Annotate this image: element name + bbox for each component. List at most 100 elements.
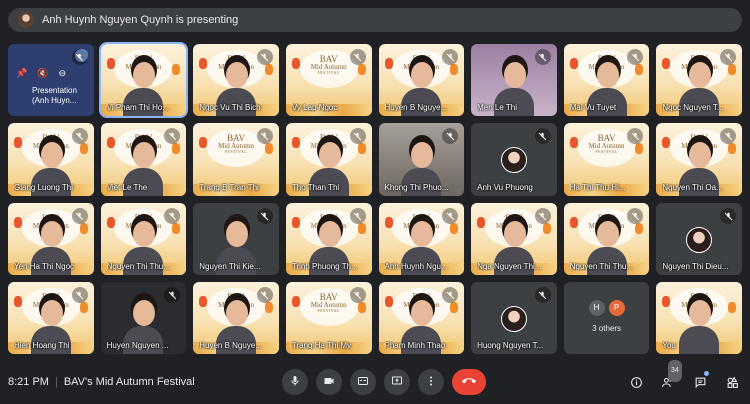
- participant-tile[interactable]: BAVMid AutumnFESTIVALHien Hoang Thi: [8, 281, 94, 354]
- mic-off-icon: [534, 286, 551, 303]
- bottom-bar: 8:21 PM | BAV's Mid Autumn Festival 34: [0, 360, 750, 404]
- others-tile[interactable]: HP 3 others: [563, 281, 650, 354]
- festival-banner-text: FESTIVAL: [317, 307, 340, 313]
- participant-head: [503, 220, 526, 247]
- mic-off-icon: [627, 49, 644, 65]
- presentation-tile[interactable]: 📌 🔇 ⊖ ⋯ Presentation (Anh Huyn...: [8, 44, 94, 117]
- lantern-decoration: [635, 143, 644, 155]
- participant-name: Mai Vu Tuyet: [569, 103, 617, 113]
- mic-off-icon: [256, 49, 273, 65]
- participant-name: Vy Lap Ngoc: [291, 103, 338, 113]
- mic-off-icon: [256, 207, 273, 224]
- lantern-decoration: [450, 222, 459, 234]
- lantern-decoration: [662, 295, 671, 307]
- lantern-decoration: [14, 295, 22, 307]
- meeting-info-button[interactable]: [626, 372, 646, 392]
- lantern-decoration: [106, 137, 115, 149]
- participant-name: Ngoc Nguyen T...: [662, 103, 724, 113]
- participant-tile[interactable]: BAVMid AutumnFESTIVALTho Than Thi: [285, 123, 372, 196]
- camera-button[interactable]: [316, 369, 342, 395]
- participant-tile[interactable]: BAVMid AutumnFESTIVALPham Minh Thao: [378, 281, 465, 354]
- lantern-decoration: [384, 58, 393, 69]
- participant-tile[interactable]: Huong Nguyen T...: [471, 281, 557, 354]
- mic-button[interactable]: [282, 369, 308, 395]
- festival-banner-text: FESTIVAL: [224, 149, 248, 155]
- participant-name: Hien Hoang Thi: [14, 341, 70, 350]
- participant-tile[interactable]: BAVMid AutumnFESTIVALNga Nguyen Thi...: [471, 202, 557, 275]
- mic-off-icon: [71, 207, 88, 224]
- participant-tile[interactable]: Huyen Nguyen ...: [100, 281, 187, 354]
- mic-off-icon: [720, 49, 736, 65]
- participant-grid: 📌🔇⊖⋯Presentation (Anh Huyn...BAVMid Autu…: [8, 41, 742, 354]
- participant-tile[interactable]: BAVMid AutumnFESTIVALTrinh Phuong Th...: [285, 202, 372, 275]
- pin-icon[interactable]: 📌: [16, 68, 27, 79]
- lantern-decoration: [728, 143, 736, 155]
- lantern-decoration: [79, 301, 88, 313]
- lantern-decoration: [662, 137, 671, 149]
- participant-tile[interactable]: BAVMid AutumnFESTIVALNgoc Nguyen T...: [656, 44, 742, 117]
- participant-tile[interactable]: Khong Thi Phuo...: [378, 123, 465, 196]
- activities-button[interactable]: [722, 372, 742, 392]
- captions-button[interactable]: [350, 369, 376, 395]
- lantern-decoration: [542, 222, 551, 234]
- more-options-button[interactable]: [418, 369, 444, 395]
- mic-off-icon: [442, 286, 459, 303]
- participant-tile[interactable]: Nguyen Thi Dieu...: [656, 202, 742, 275]
- mute-icon[interactable]: 🔇: [37, 68, 48, 79]
- participant-tile[interactable]: BAV Mid Autumn FESTIVAL Trang B Tran Thi: [193, 123, 279, 196]
- lantern-decoration: [106, 216, 115, 228]
- participant-tile[interactable]: BAVMid AutumnFESTIVALVi Pham Thi Ho...: [98, 41, 189, 119]
- mic-off-icon: [442, 128, 459, 145]
- festival-banner: BAVMid AutumnFESTIVAL: [299, 287, 358, 326]
- participant-tile[interactable]: BAVMid AutumnFESTIVALAnh Huynh Ngu...: [378, 202, 465, 275]
- lantern-decoration: [172, 222, 181, 234]
- participant-tile[interactable]: BAVMid AutumnFESTIVALNguyen Thi Thu...: [100, 202, 187, 275]
- people-button[interactable]: 34: [658, 360, 682, 392]
- participant-tile[interactable]: BAV Mid Autumn FESTIVAL Vy Lap Ngoc: [285, 44, 372, 117]
- mic-off-icon: [256, 128, 273, 145]
- participant-tile[interactable]: BAVMid AutumnFESTIVALNguyen Thi Thu...: [563, 202, 650, 275]
- separator: |: [54, 376, 58, 388]
- festival-banner-text: FESTIVAL: [317, 70, 340, 75]
- participant-tile[interactable]: BAVMid AutumnFESTIVALYou: [656, 281, 742, 354]
- participant-tile[interactable]: BAVMid AutumnFESTIVALNguyen Thi Oa...: [656, 123, 742, 196]
- participant-tile[interactable]: Men Le Thi: [471, 44, 557, 117]
- participant-head: [318, 141, 341, 168]
- participant-name: Nguyen Thi Dieu...: [662, 261, 729, 271]
- participant-tile[interactable]: BAV Mid Autumn FESTIVAL Ha Thi Thu Hi...: [563, 123, 650, 196]
- mic-off-icon: [349, 49, 366, 65]
- participant-tile[interactable]: Nguyen Thi Kie...: [193, 202, 279, 275]
- lantern-decoration: [199, 58, 208, 69]
- lantern-decoration: [357, 143, 366, 155]
- end-call-button[interactable]: [452, 369, 486, 395]
- participant-tile[interactable]: BAVMid AutumnFESTIVALGiang Luong Thi: [8, 123, 94, 196]
- chat-button[interactable]: [690, 371, 710, 392]
- lantern-decoration: [172, 143, 181, 155]
- participant-name: Huong Nguyen T...: [477, 341, 544, 350]
- participant-name: Huyen B Nguye...: [199, 341, 262, 350]
- mic-off-icon: [627, 128, 644, 145]
- participant-tile[interactable]: BAVMid AutumnFESTIVALNgoc Vu Thi Bich: [193, 44, 279, 117]
- participant-tile[interactable]: BAVMid AutumnFESTIVALYen Ha Thi Ngoc: [8, 202, 94, 275]
- participant-head: [40, 300, 63, 326]
- participant-tile[interactable]: Anh Vu Phuong: [471, 123, 557, 196]
- participant-name: Viet Le The: [106, 182, 148, 192]
- lantern-decoration: [291, 137, 300, 149]
- participant-tile[interactable]: BAVMid AutumnFESTIVALHuyen B Nguye...: [193, 281, 279, 354]
- presenting-banner[interactable]: Anh Huynh Nguyen Quynh is presenting: [8, 8, 742, 32]
- participant-tile[interactable]: BAVMid AutumnFESTIVALHuyen B Nguye...: [378, 44, 465, 117]
- participant-tile[interactable]: BAV Mid Autumn FESTIVAL Trang Ha Thi My: [285, 281, 372, 354]
- participant-tile[interactable]: BAVMid AutumnFESTIVALMai Vu Tuyet: [563, 44, 650, 117]
- participant-name: Nga Nguyen Thi...: [477, 261, 542, 271]
- remove-icon[interactable]: ⊖: [58, 68, 66, 79]
- participant-name: Nguyen Thi Thu...: [106, 261, 170, 271]
- participant-name: Ngoc Vu Thi Bich: [199, 103, 261, 113]
- participant-name: Trang B Tran Thi: [199, 182, 259, 192]
- present-button[interactable]: [384, 369, 410, 395]
- participant-name: Nguyen Thi Kie...: [199, 261, 261, 271]
- participant-name: Anh Huynh Ngu...: [384, 261, 448, 271]
- lantern-decoration: [450, 301, 459, 313]
- participant-tile[interactable]: BAVMid AutumnFESTIVALViet Le The: [100, 123, 187, 196]
- participant-head: [133, 62, 156, 89]
- lantern-decoration: [450, 64, 459, 75]
